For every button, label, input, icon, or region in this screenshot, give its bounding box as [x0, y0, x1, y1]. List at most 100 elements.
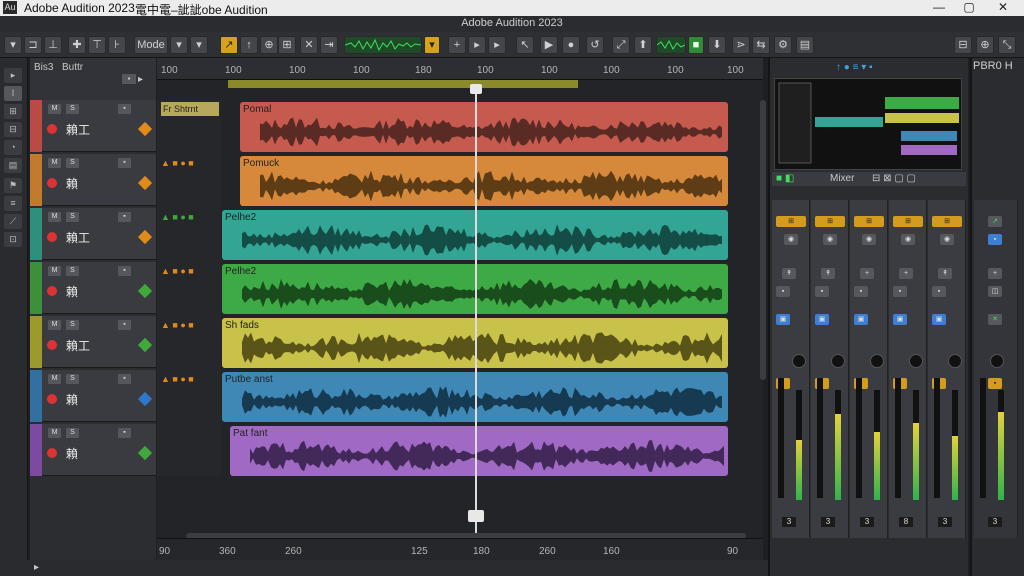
solo-button[interactable]: S	[66, 212, 79, 222]
vertical-scrollbar[interactable]	[760, 100, 766, 380]
arrow-select-icon[interactable]: ▾	[4, 36, 22, 54]
channel-send-icon[interactable]: ↟	[938, 268, 952, 279]
chevron-down-icon[interactable]: ▾	[190, 36, 208, 54]
playhead-bottom-handle[interactable]	[468, 510, 484, 522]
envelope-icon[interactable]: ≡	[4, 196, 22, 211]
track-name[interactable]: 賴	[66, 283, 78, 300]
mixer-tool-icons[interactable]: ⊟ ⊠ ▢ ▢	[872, 173, 916, 184]
fx-slot-icon[interactable]: ▲ ■ ● ■	[161, 320, 194, 330]
skip-icon[interactable]: ⇥	[320, 36, 338, 54]
solo-button[interactable]: S	[66, 158, 79, 168]
loop-toggle-icon[interactable]: ↺	[586, 36, 604, 54]
fx-slot-icon[interactable]: ▲ ■ ● ■	[161, 266, 194, 276]
fx-button[interactable]: ▪	[118, 212, 131, 222]
slip-icon[interactable]: ⊞	[4, 104, 22, 119]
time-icon[interactable]: ◔	[4, 140, 22, 155]
list-icon[interactable]: ▤	[4, 158, 22, 173]
loop-icon[interactable]: ⊦	[108, 36, 126, 54]
fx-button[interactable]: ▪	[118, 266, 131, 276]
rewind-icon[interactable]: ↖	[516, 36, 534, 54]
play-icon[interactable]: ▶	[540, 36, 558, 54]
record-arm-button[interactable]	[47, 286, 57, 296]
channel-send-icon[interactable]: +	[988, 268, 1002, 279]
arrow-down-icon[interactable]: ⬇	[708, 36, 726, 54]
fx-slot-icon[interactable]: ▲ ■ ● ■	[161, 374, 194, 384]
stack-icon[interactable]: ⊡	[4, 232, 22, 247]
volume-fader[interactable]	[980, 378, 986, 498]
channel-solo-icon[interactable]: ▣	[815, 314, 829, 325]
channel-input-icon[interactable]: ◉	[940, 234, 954, 245]
expand-icon[interactable]: ⤡	[998, 36, 1016, 54]
channel-input-icon[interactable]: ◉	[901, 234, 915, 245]
selection-range-bar[interactable]	[228, 80, 578, 88]
swap-icon[interactable]: ⇆	[752, 36, 770, 54]
mute-button[interactable]: M	[48, 374, 61, 384]
channel-mute-icon[interactable]: ▪	[893, 286, 907, 297]
fx-button[interactable]: ▪	[118, 104, 131, 114]
volume-fader[interactable]	[895, 378, 901, 498]
fx-button[interactable]: ▪	[118, 158, 131, 168]
track-name[interactable]: 賴	[66, 391, 78, 408]
record-arm-button[interactable]	[47, 178, 57, 188]
channel-send-icon[interactable]: ↟	[821, 268, 835, 279]
channel-input-icon[interactable]: ◉	[784, 234, 798, 245]
channel-solo-icon[interactable]: ▣	[854, 314, 868, 325]
solo-button[interactable]: S	[66, 428, 79, 438]
dropdown-yellow-icon[interactable]: ▾	[424, 36, 440, 54]
solo-button[interactable]: S	[66, 104, 79, 114]
volume-fader[interactable]	[934, 378, 940, 498]
track-row[interactable]: M S ▪ 賴工	[30, 316, 156, 368]
audio-clip[interactable]: Pat fant	[230, 426, 728, 476]
flag-icon[interactable]: ⚑	[4, 178, 22, 193]
prev-icon[interactable]: ▸	[468, 36, 486, 54]
time-ruler[interactable]: 100 100 100 100 180 100 100 100 100 100	[157, 58, 763, 80]
solo-button[interactable]: S	[66, 374, 79, 384]
fade-icon[interactable]: ⟋	[4, 214, 22, 229]
channel-route-button[interactable]: ⊞	[815, 216, 845, 227]
track-row[interactable]: M S ▪ 賴工	[30, 100, 156, 152]
cross-icon[interactable]: ✕	[300, 36, 318, 54]
maximize-button[interactable]: ▢	[954, 0, 984, 16]
keyframe-diamond-icon[interactable]	[137, 337, 153, 353]
audio-clip[interactable]: Pomal	[240, 102, 728, 152]
pan-knob[interactable]	[831, 354, 845, 368]
next-icon[interactable]: ▸	[488, 36, 506, 54]
marker-add-icon[interactable]: ⬆	[634, 36, 652, 54]
track-name[interactable]: 賴	[66, 175, 78, 192]
record-icon[interactable]: ●	[562, 36, 580, 54]
pan-knob[interactable]	[990, 354, 1004, 368]
zoom-icon[interactable]: ⤢	[612, 36, 630, 54]
record-arm-button[interactable]	[47, 394, 57, 404]
channel-input-icon[interactable]: ◉	[823, 234, 837, 245]
layout-icon[interactable]: ▤	[796, 36, 814, 54]
volume-fader[interactable]	[817, 378, 823, 498]
track-name[interactable]: 賴	[66, 445, 78, 462]
fx-button[interactable]: ▪	[118, 374, 131, 384]
status-play-icon[interactable]: ▸	[34, 562, 39, 573]
mute-button[interactable]: M	[48, 212, 61, 222]
playhead[interactable]	[475, 84, 477, 540]
channel-send-icon[interactable]: +	[860, 268, 874, 279]
cursor-icon[interactable]: I	[4, 86, 22, 101]
record-arm-button[interactable]	[47, 124, 57, 134]
solo-button[interactable]: S	[66, 320, 79, 330]
close-button[interactable]: ✕	[988, 0, 1018, 16]
track-row[interactable]: M S ▪ 賴	[30, 370, 156, 422]
cut-icon[interactable]: ⊐	[24, 36, 42, 54]
channel-solo-icon[interactable]: ▣	[893, 314, 907, 325]
record-arm-button[interactable]	[47, 448, 57, 458]
pan-knob[interactable]	[870, 354, 884, 368]
settings-icon[interactable]: ⚙	[774, 36, 792, 54]
pan-knob[interactable]	[792, 354, 806, 368]
solo-button[interactable]: S	[66, 266, 79, 276]
channel-route-button[interactable]: ⊞	[776, 216, 806, 227]
keyframe-diamond-icon[interactable]	[137, 121, 153, 137]
pan-knob[interactable]	[948, 354, 962, 368]
split-icon[interactable]: ⊕	[260, 36, 278, 54]
record-arm-button[interactable]	[47, 232, 57, 242]
workspace-icon[interactable]: ⊟	[954, 36, 972, 54]
mute-button[interactable]: M	[48, 158, 61, 168]
fx-button[interactable]: ▪	[118, 320, 131, 330]
track-row[interactable]: M S ▪ 賴工	[30, 208, 156, 260]
pan-knob[interactable]	[909, 354, 923, 368]
